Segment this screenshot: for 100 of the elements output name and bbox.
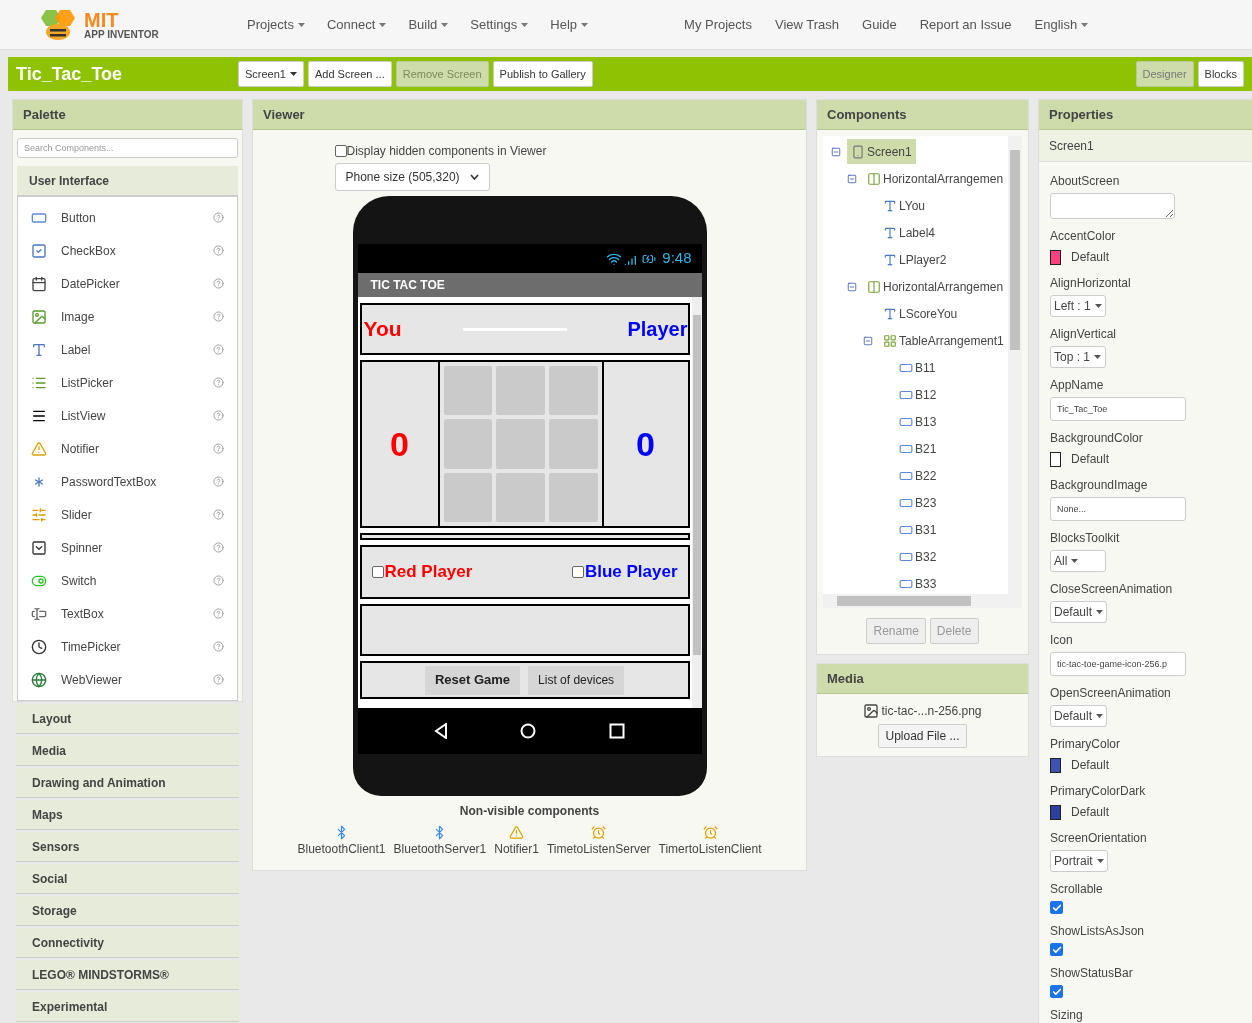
help-icon[interactable] <box>213 509 224 520</box>
category-header[interactable]: Maps <box>16 800 239 830</box>
palette-item[interactable]: Slider <box>18 498 237 531</box>
property-dropdown[interactable]: Top : 1 <box>1050 346 1106 368</box>
checkbox[interactable] <box>1050 985 1063 998</box>
color-swatch[interactable] <box>1050 804 1061 820</box>
nav-link[interactable]: My Projects <box>684 14 752 35</box>
palette-item[interactable]: PasswordTextBox <box>18 465 237 498</box>
collapse-icon[interactable] <box>831 146 841 157</box>
category-header[interactable]: LEGO® MINDSTORMS® <box>16 960 239 990</box>
tree-item[interactable]: Label4 <box>879 220 940 245</box>
category-header[interactable]: Drawing and Animation <box>16 768 239 798</box>
menu-item[interactable]: Settings <box>470 14 529 35</box>
palette-item[interactable]: TextBox <box>18 597 237 630</box>
board-cell[interactable] <box>496 472 545 522</box>
category-header[interactable]: Experimental <box>16 992 239 1022</box>
app-button[interactable]: List of devices <box>528 665 625 695</box>
board-cell[interactable] <box>496 366 545 416</box>
upload-button[interactable]: Upload File ... <box>878 724 967 748</box>
category-header[interactable]: Sensors <box>16 832 239 862</box>
hidden-components-checkbox[interactable]: Display hidden components in Viewer <box>334 142 547 160</box>
help-icon[interactable] <box>213 311 224 322</box>
home-icon[interactable] <box>520 723 537 739</box>
palette-item[interactable]: Label <box>18 333 237 366</box>
menu-item[interactable]: Help <box>550 14 589 35</box>
nav-link[interactable]: View Trash <box>774 14 840 35</box>
palette-item[interactable]: WebViewer <box>18 663 237 696</box>
palette-item[interactable]: ListView <box>18 399 237 432</box>
tree-item[interactable]: HorizontalArrangemen <box>863 274 1008 299</box>
toolbar-button[interactable]: Add Screen ... <box>308 61 392 87</box>
app-button[interactable]: Reset Game <box>424 665 521 695</box>
back-icon[interactable] <box>433 723 448 739</box>
color-swatch[interactable] <box>1050 249 1061 265</box>
media-file[interactable]: tic-tac-...n-256.png <box>881 702 982 720</box>
language-menu[interactable]: English <box>1034 14 1089 35</box>
tree-item[interactable]: HorizontalArrangemen <box>863 166 1008 191</box>
category-header[interactable]: Social <box>16 864 239 894</box>
nav-link[interactable]: Guide <box>862 14 897 35</box>
phone-size-select[interactable]: Phone size (505,320) <box>334 163 490 191</box>
property-dropdown[interactable]: Left : 1 <box>1050 295 1106 317</box>
tree-item[interactable]: LYou <box>879 193 930 218</box>
help-icon[interactable] <box>213 641 224 652</box>
nav-link[interactable]: Report an Issue <box>919 14 1012 35</box>
tree-item[interactable]: LPlayer2 <box>879 247 951 272</box>
palette-item[interactable]: Switch <box>18 564 237 597</box>
property-dropdown[interactable]: Default <box>1050 601 1108 623</box>
color-swatch[interactable] <box>1050 757 1061 773</box>
category-header[interactable]: Storage <box>16 896 239 926</box>
tree-item[interactable]: B22 <box>895 463 941 488</box>
palette-item[interactable]: DatePicker <box>18 267 237 300</box>
board-cell[interactable] <box>548 366 598 416</box>
recents-icon[interactable] <box>609 723 626 739</box>
help-icon[interactable] <box>213 278 224 289</box>
palette-item[interactable]: Spinner <box>18 531 237 564</box>
palette-item[interactable]: TimePicker <box>18 630 237 663</box>
menu-item[interactable]: Build <box>408 14 449 35</box>
tree-item[interactable]: Screen1 <box>847 139 916 164</box>
palette-item[interactable]: CheckBox <box>18 234 237 267</box>
tree-item[interactable]: B11 <box>895 355 940 380</box>
board-cell[interactable] <box>496 419 545 469</box>
checkbox[interactable] <box>1050 901 1063 914</box>
help-icon[interactable] <box>213 212 224 223</box>
help-icon[interactable] <box>213 443 224 454</box>
palette-item[interactable]: ListPicker <box>18 366 237 399</box>
palette-item[interactable]: Image <box>18 300 237 333</box>
category-header[interactable]: User Interface <box>17 166 238 196</box>
collapse-icon[interactable] <box>863 335 873 346</box>
help-icon[interactable] <box>213 575 224 586</box>
search-field[interactable]: Search Components... <box>17 138 238 158</box>
tree-item[interactable]: B23 <box>895 490 941 515</box>
category-header[interactable]: Connectivity <box>16 928 239 958</box>
text-field[interactable]: Tic_Tac_Toe <box>1050 397 1186 421</box>
palette-item[interactable]: Button <box>18 201 237 234</box>
tree-item[interactable]: B12 <box>895 382 941 407</box>
help-icon[interactable] <box>213 674 224 685</box>
help-icon[interactable] <box>213 245 224 256</box>
text-field[interactable]: None... <box>1050 497 1186 521</box>
text-area[interactable] <box>1050 193 1175 219</box>
menu-item[interactable]: Connect <box>326 14 387 35</box>
tree-item[interactable]: B32 <box>895 544 941 569</box>
toolbar-button[interactable]: Publish to Gallery <box>492 61 593 87</box>
property-dropdown[interactable]: All <box>1050 550 1106 572</box>
board-cell[interactable] <box>443 366 493 416</box>
tree-item[interactable]: LScoreYou <box>879 301 962 326</box>
menu-item[interactable]: Projects <box>247 14 305 35</box>
help-icon[interactable] <box>213 542 224 553</box>
collapse-icon[interactable] <box>847 281 857 292</box>
board-cell[interactable] <box>548 419 598 469</box>
tree-item[interactable]: B13 <box>895 409 941 434</box>
board-cell[interactable] <box>548 472 598 522</box>
palette-item[interactable]: Notifier <box>18 432 237 465</box>
player-checkbox[interactable]: Blue Player <box>571 559 678 585</box>
board-cell[interactable] <box>443 472 493 522</box>
tree-item[interactable]: B31 <box>895 517 941 542</box>
help-icon[interactable] <box>213 344 224 355</box>
color-swatch[interactable] <box>1050 451 1061 467</box>
collapse-icon[interactable] <box>847 173 857 184</box>
category-header[interactable]: Layout <box>16 704 239 734</box>
tree-item[interactable]: B33 <box>895 571 941 594</box>
help-icon[interactable] <box>213 608 224 619</box>
